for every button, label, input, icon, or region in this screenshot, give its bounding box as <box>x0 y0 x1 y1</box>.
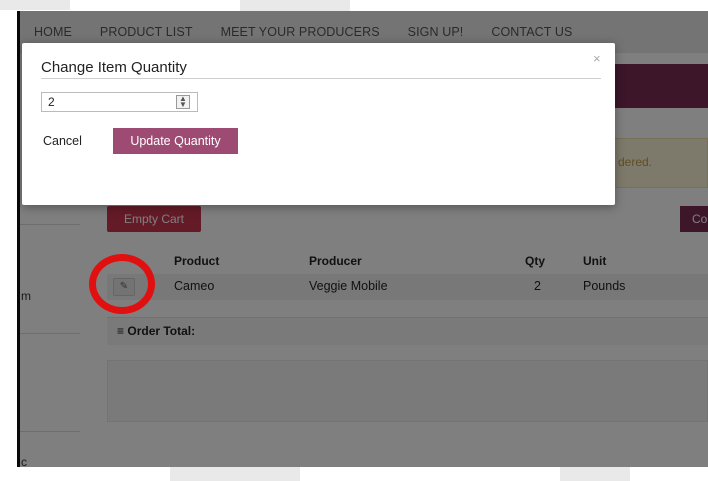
cancel-button[interactable]: Cancel <box>43 134 82 148</box>
quantity-stepper[interactable]: 2 <box>41 92 198 112</box>
update-quantity-button[interactable]: Update Quantity <box>113 128 238 154</box>
change-quantity-modal: × Change Item Quantity 2 ▲ ▼ Cancel Updat… <box>22 43 615 205</box>
annotation-circle <box>89 254 155 314</box>
watermark-shape <box>560 467 630 481</box>
watermark-shape <box>0 0 70 10</box>
modal-divider <box>41 78 601 79</box>
close-icon[interactable]: × <box>593 51 601 66</box>
spinner-arrows-icon[interactable]: ▲ ▼ <box>176 95 190 109</box>
watermark-shape <box>240 0 350 11</box>
modal-title: Change Item Quantity <box>41 59 187 76</box>
watermark-shape <box>170 467 300 481</box>
screenshot-stage: HOME PRODUCT LIST MEET YOUR PRODUCERS SI… <box>17 11 708 467</box>
